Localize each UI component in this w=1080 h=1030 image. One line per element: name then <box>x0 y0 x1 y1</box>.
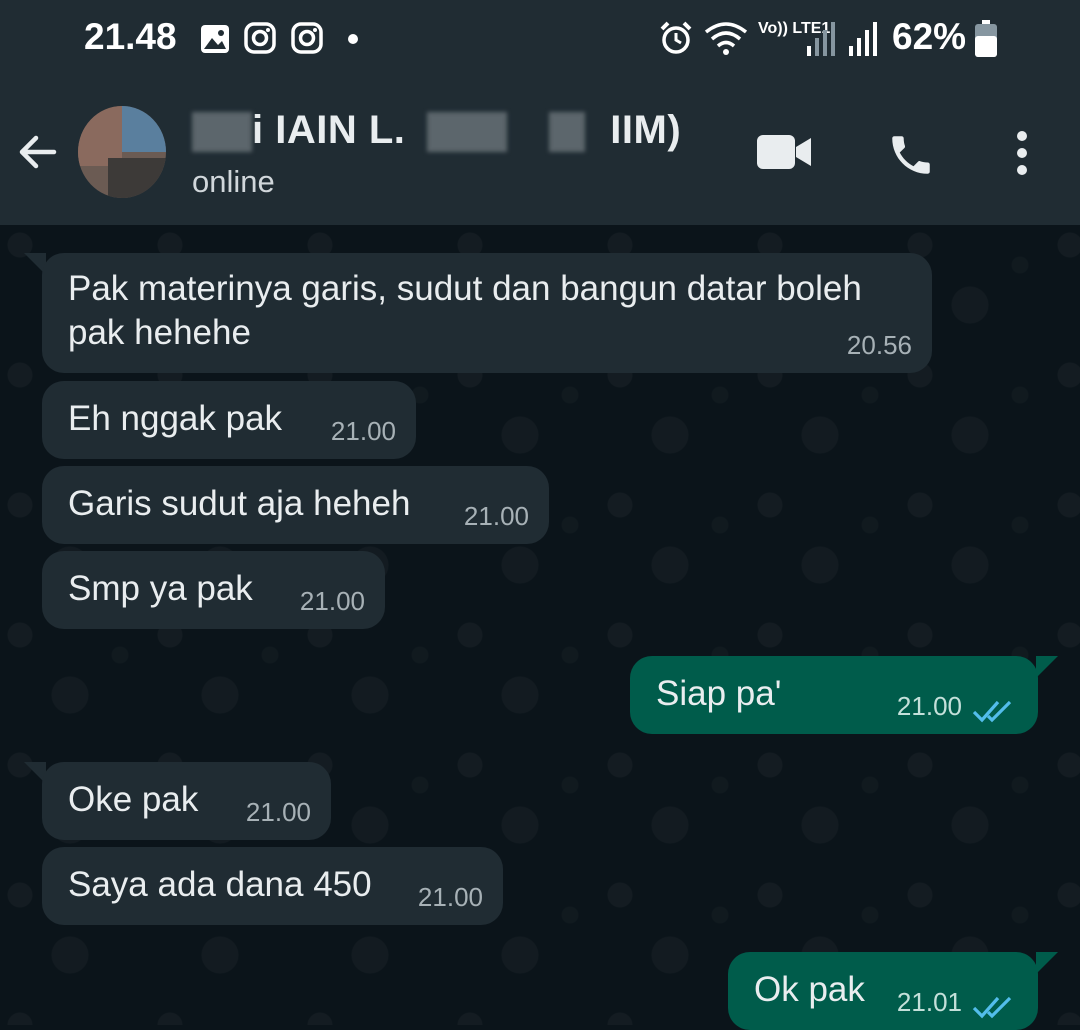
message-text: Oke pak <box>68 780 199 819</box>
message-text: Eh nggak pak <box>68 399 283 438</box>
status-bar: 21.48 Vo)) LTE1 62% <box>0 0 1080 80</box>
message-incoming[interactable]: Smp ya pak 21.00 <box>42 551 385 629</box>
instagram-icon <box>244 22 276 54</box>
image-icon <box>201 25 229 53</box>
more-options-icon[interactable] <box>1012 130 1032 176</box>
contact-name-tail: IIM) <box>610 108 682 152</box>
alarm-icon <box>660 21 692 54</box>
video-call-icon[interactable] <box>756 134 812 170</box>
message-incoming[interactable]: Garis sudut aja heheh 21.00 <box>42 466 549 544</box>
dot-icon <box>348 34 358 44</box>
signal-icon <box>849 22 877 56</box>
battery-icon <box>975 20 997 57</box>
wifi-icon <box>704 22 748 55</box>
back-arrow-icon[interactable] <box>18 132 58 172</box>
message-time: 21.00 <box>463 501 529 531</box>
message-text: Ok pak <box>754 970 865 1009</box>
chat-header: i IAIN L. IIM) online <box>0 80 1080 225</box>
message-text: Garis sudut aja heheh <box>68 484 411 523</box>
avatar[interactable] <box>78 106 166 198</box>
message-time: 21.00 <box>330 416 396 446</box>
phone-icon[interactable] <box>886 130 936 180</box>
message-time: 20.56 <box>846 330 912 360</box>
message-time: 21.01 <box>896 987 962 1017</box>
message-outgoing[interactable]: Siap pa' 21.00 <box>630 656 1038 734</box>
double-check-icon <box>972 996 1012 1019</box>
message-incoming[interactable]: Eh nggak pak 21.00 <box>42 381 416 459</box>
message-text: Saya ada dana 450 <box>68 865 372 904</box>
instagram-icon <box>291 22 323 54</box>
message-incoming[interactable]: Oke pak 21.00 <box>42 762 331 840</box>
double-check-icon <box>972 700 1012 723</box>
message-outgoing[interactable]: Ok pak 21.01 <box>728 952 1038 1030</box>
message-time: 21.00 <box>299 586 365 616</box>
bubble-tail <box>1036 656 1058 678</box>
message-incoming[interactable]: Pak materinya garis, sudut dan bangun da… <box>42 253 932 373</box>
status-time: 21.48 <box>84 16 177 57</box>
message-text: pak hehehe <box>68 313 251 352</box>
message-incoming[interactable]: Saya ada dana 450 21.00 <box>42 847 503 925</box>
redacted-block <box>548 112 585 153</box>
contact-name[interactable]: i IAIN L. IIM) <box>192 108 681 153</box>
message-time: 21.00 <box>417 882 483 912</box>
message-text: Smp ya pak <box>68 569 253 608</box>
message-time: 21.00 <box>896 691 962 721</box>
redacted-block <box>427 112 508 153</box>
bubble-tail <box>1036 952 1058 974</box>
signal-icon <box>807 22 835 56</box>
contact-name-visible: i IAIN L. <box>252 108 406 152</box>
contact-status: online <box>192 164 275 199</box>
battery-percent: 62% <box>892 16 967 57</box>
message-text: Pak materinya garis, sudut dan bangun da… <box>68 269 862 308</box>
redacted-block <box>192 112 252 153</box>
message-text: Siap pa' <box>656 674 782 713</box>
message-time: 21.00 <box>245 797 311 827</box>
